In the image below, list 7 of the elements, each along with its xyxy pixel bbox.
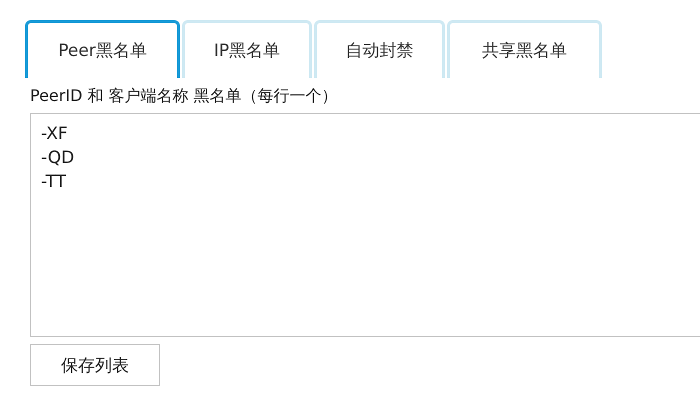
tab[interactable]: 自动封禁: [314, 20, 445, 78]
tab[interactable]: 共享黑名单: [447, 20, 602, 78]
save-button[interactable]: 保存列表: [30, 344, 160, 386]
blacklist-field[interactable]: -XF -QD -TT: [30, 113, 700, 337]
tab[interactable]: IP黑名单: [182, 20, 312, 78]
tab[interactable]: Peer黑名单: [25, 20, 180, 78]
field-label: PeerID 和 客户端名称 黑名单（每行一个）: [30, 86, 339, 107]
